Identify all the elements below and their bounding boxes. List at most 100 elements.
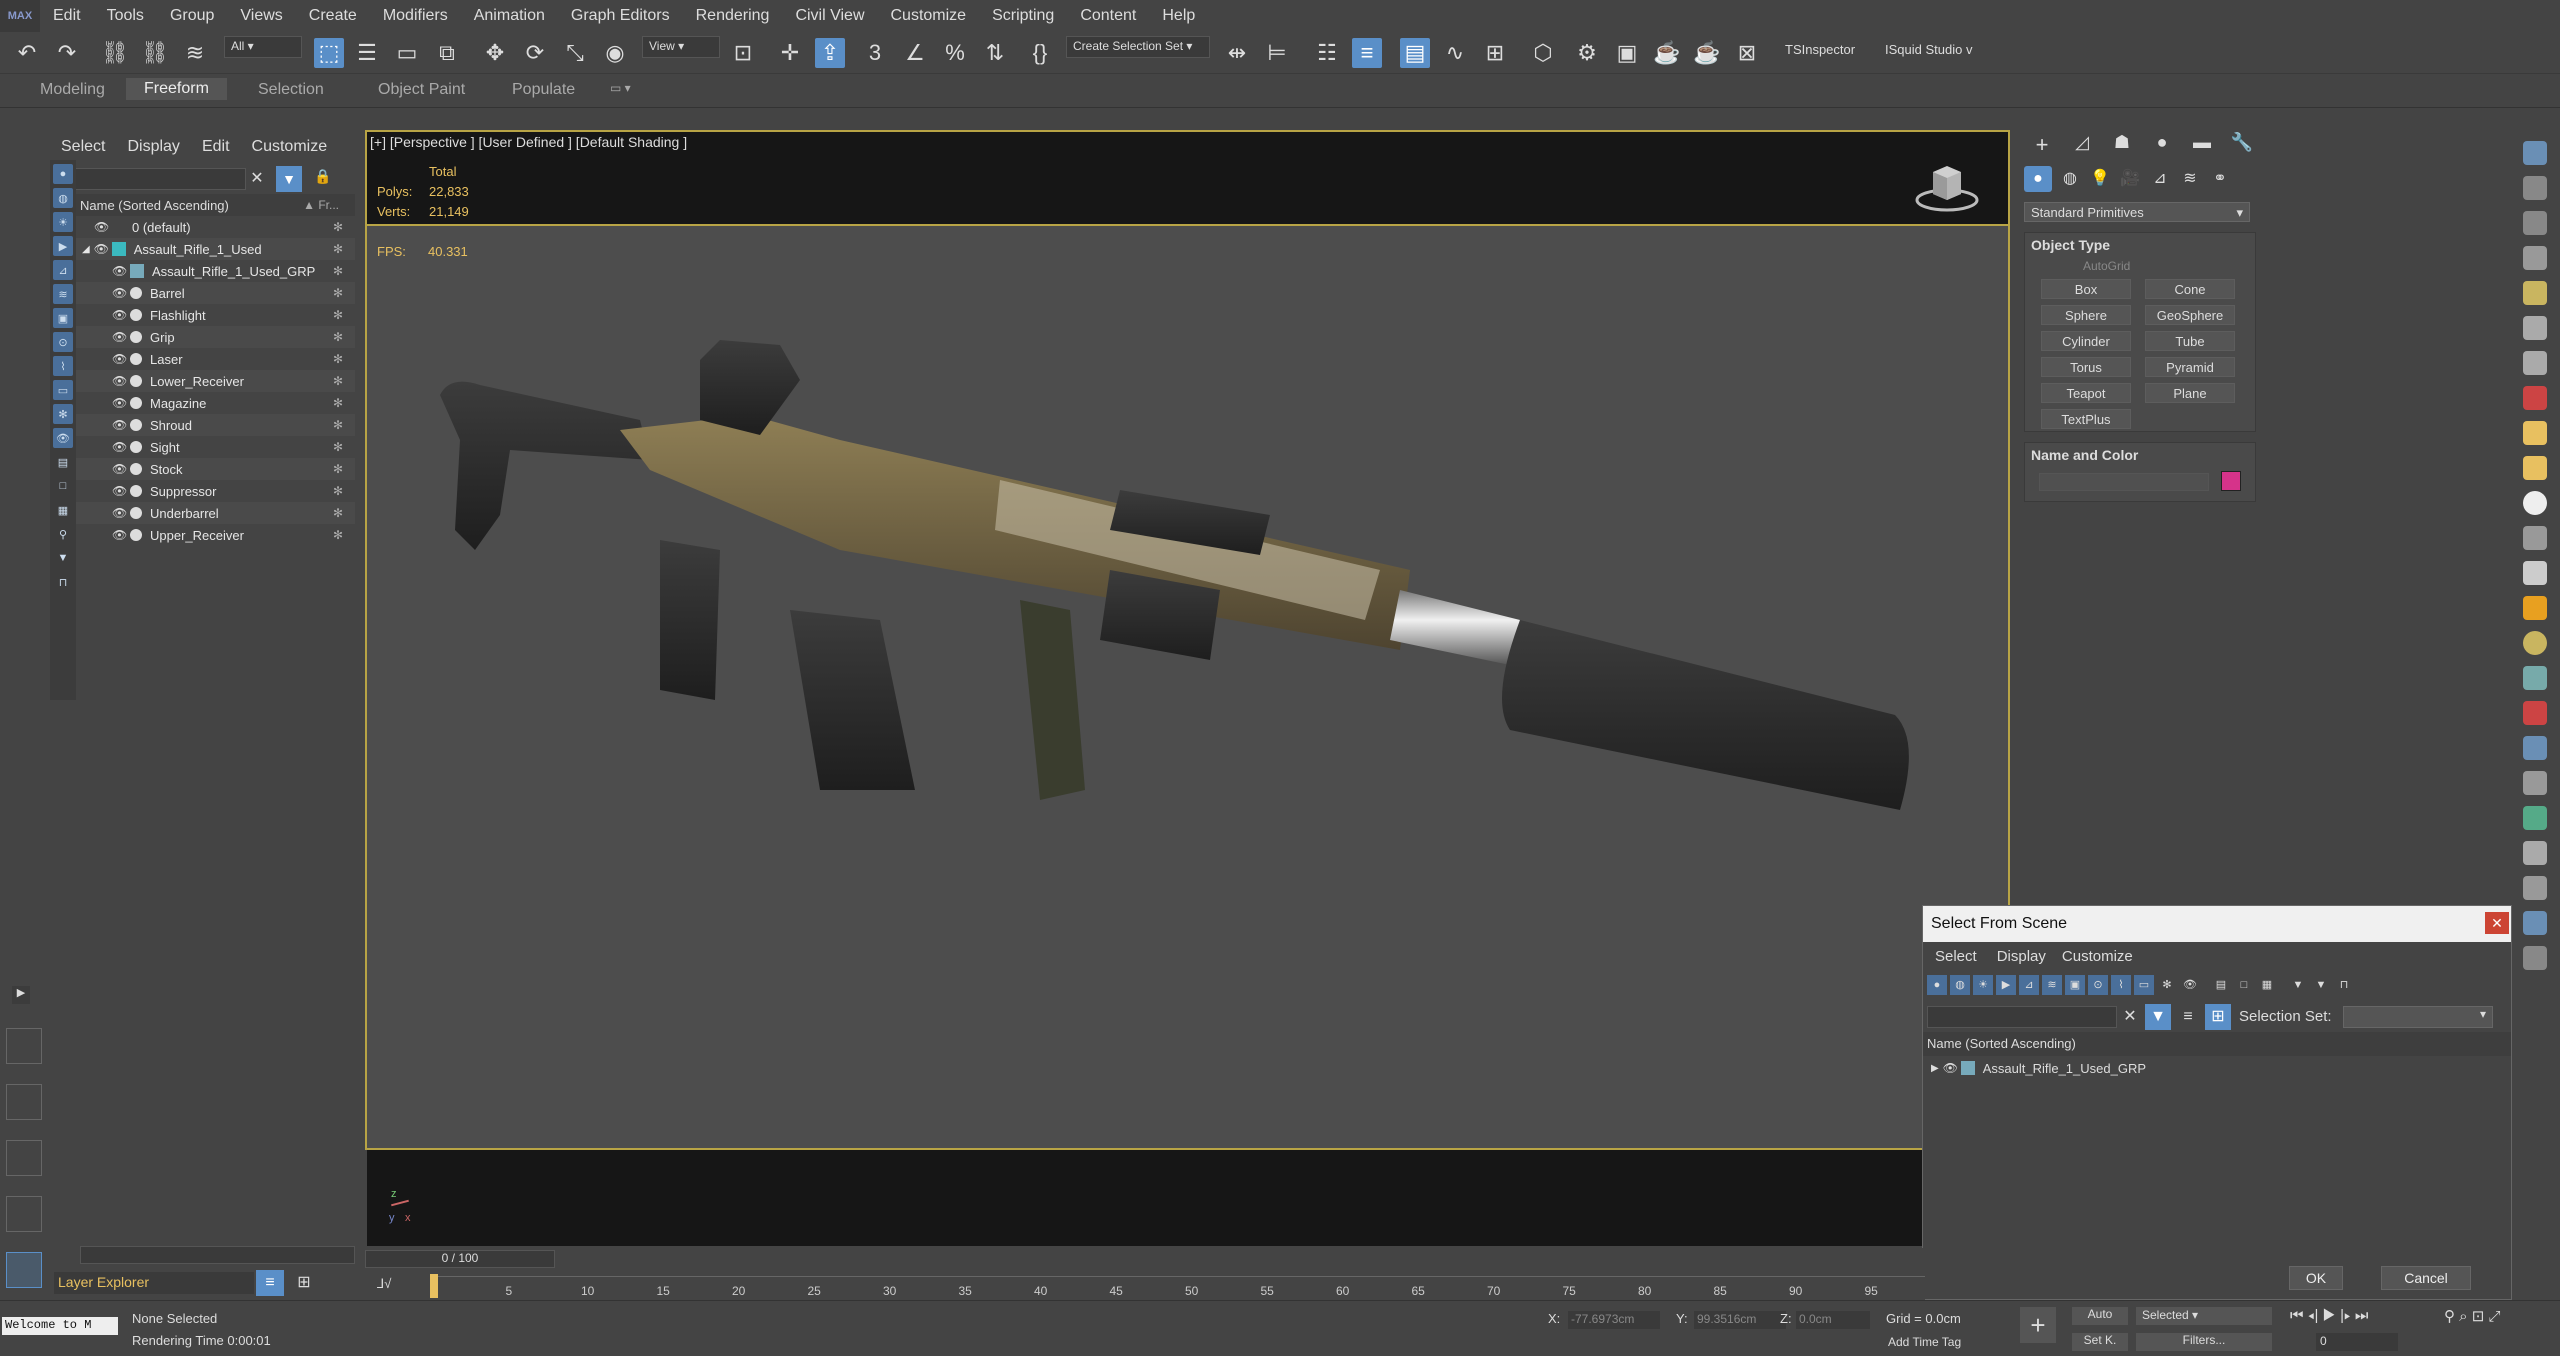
viewport-layout-4[interactable]: [6, 1196, 42, 1232]
tube-button[interactable]: Tube: [2145, 331, 2235, 351]
freeze-icon[interactable]: ✻: [333, 396, 343, 410]
cameras-filter-icon[interactable]: ▶: [1996, 975, 2016, 995]
eye-icon[interactable]: 👁: [1943, 1061, 1961, 1075]
viewport-label[interactable]: [+] [Perspective ] [User Defined ] [Defa…: [370, 134, 687, 150]
containers-filter-icon[interactable]: ▭: [2134, 975, 2154, 995]
spacewarps-filter-icon[interactable]: ≋: [53, 284, 73, 304]
tool-icon[interactable]: [2523, 666, 2547, 690]
tool-icon[interactable]: [2523, 876, 2547, 900]
scale-icon[interactable]: ⤡: [560, 38, 590, 68]
tool-icon[interactable]: [2523, 176, 2547, 200]
viewport-layout-1[interactable]: [6, 1028, 42, 1064]
groups-filter-icon[interactable]: ▣: [53, 308, 73, 328]
menu-group[interactable]: Group: [157, 7, 227, 25]
eye-icon[interactable]: 👁: [112, 330, 130, 344]
time-slider[interactable]: 0 / 100: [365, 1250, 555, 1268]
explorer-row[interactable]: 👁 Stock ✻: [50, 458, 355, 480]
freeze-icon[interactable]: ✻: [333, 352, 343, 366]
render-activeshade-icon[interactable]: ⊠: [1732, 38, 1762, 68]
select-manipulate-icon[interactable]: ✛: [775, 38, 805, 68]
percent-snap-icon[interactable]: %: [940, 38, 970, 68]
render-setup-icon[interactable]: ⚙: [1572, 38, 1602, 68]
dialog-menu-customize[interactable]: Customize: [2054, 948, 2141, 965]
render-production-icon[interactable]: ☕: [1652, 38, 1682, 68]
freeze-icon[interactable]: ✻: [333, 484, 343, 498]
menu-help[interactable]: Help: [1149, 7, 1208, 25]
dialog-title-bar[interactable]: Select From Scene ✕: [1923, 906, 2511, 942]
clear-search-icon[interactable]: ✕: [246, 168, 268, 190]
find-icon[interactable]: ⚲: [53, 524, 73, 544]
explorer-row[interactable]: 👁 Upper_Receiver ✻: [50, 524, 355, 546]
tool-icon[interactable]: [2523, 141, 2547, 165]
spinner-snap-icon[interactable]: ⇅: [980, 38, 1010, 68]
cone-button[interactable]: Cone: [2145, 279, 2235, 299]
schematic-view-icon[interactable]: ⊞: [1480, 38, 1510, 68]
textplus-button[interactable]: TextPlus: [2041, 409, 2131, 429]
eye-icon[interactable]: 👁: [94, 242, 112, 256]
menu-content[interactable]: Content: [1067, 7, 1149, 25]
ok-button[interactable]: OK: [2289, 1266, 2343, 1290]
name-color-label[interactable]: Name and Color: [2031, 447, 2138, 463]
collapse-icon[interactable]: ◢: [82, 244, 90, 255]
tool-icon[interactable]: [2523, 456, 2547, 480]
explorer-menu-customize[interactable]: Customize: [241, 138, 339, 156]
snaps-toggle-icon[interactable]: 3: [860, 38, 890, 68]
display-all-icon[interactable]: ▤: [2211, 975, 2231, 995]
eye-icon[interactable]: 👁: [112, 484, 130, 498]
z-coordinate-field[interactable]: 0.0cm: [1796, 1311, 1870, 1329]
display-invert-icon[interactable]: ▦: [53, 500, 73, 520]
viewport-navigation-controls[interactable]: ⚲ ⌕ ⊡ ⤢: [2444, 1307, 2500, 1325]
cameras-category-icon[interactable]: 🎥: [2116, 166, 2144, 192]
angle-snap-icon[interactable]: ∠: [900, 38, 930, 68]
tool-icon[interactable]: [2523, 806, 2547, 830]
bones-filter-icon[interactable]: ⌇: [53, 356, 73, 376]
lock-icon[interactable]: 🔒: [312, 168, 334, 190]
material-editor-icon[interactable]: ⬡: [1528, 38, 1558, 68]
tool-icon[interactable]: [2523, 736, 2547, 760]
key-filters-button[interactable]: Filters...: [2136, 1333, 2272, 1351]
window-crossing-icon[interactable]: ⧉: [432, 38, 462, 68]
freeze-icon[interactable]: ✻: [333, 462, 343, 476]
torus-button[interactable]: Torus: [2041, 357, 2131, 377]
selection-set-dropdown[interactable]: ▾: [2343, 1006, 2493, 1028]
freeze-icon[interactable]: ✻: [333, 528, 343, 542]
tool-icon[interactable]: [2523, 561, 2547, 585]
bind-spacewarp-icon[interactable]: ≋: [180, 38, 210, 68]
containers-filter-icon[interactable]: ▭: [53, 380, 73, 400]
eye-icon[interactable]: 👁: [112, 308, 130, 322]
explorer-row[interactable]: 👁 Grip ✻: [50, 326, 355, 348]
menu-animation[interactable]: Animation: [461, 7, 558, 25]
menu-modifiers[interactable]: Modifiers: [370, 7, 461, 25]
expand-icon[interactable]: ▶: [1931, 1063, 1939, 1074]
explorer-type-dropdown[interactable]: Layer Explorer: [54, 1272, 254, 1294]
create-tab-icon[interactable]: +: [2026, 132, 2058, 162]
xrefs-filter-icon[interactable]: ⊙: [2088, 975, 2108, 995]
expand-icon[interactable]: ▶: [12, 986, 30, 1004]
rotate-icon[interactable]: ⟳: [520, 38, 550, 68]
explorer-row[interactable]: 👁 Laser ✻: [50, 348, 355, 370]
tool-icon[interactable]: [2523, 316, 2547, 340]
y-coordinate-field[interactable]: 99.3516cm: [1694, 1311, 1786, 1329]
maxscript-listener[interactable]: Welcome to M: [2, 1317, 118, 1335]
reference-coordinate-dropdown[interactable]: View ▾: [642, 36, 720, 58]
eye-icon[interactable]: 👁: [94, 220, 112, 234]
eye-icon[interactable]: 👁: [112, 374, 130, 388]
lights-category-icon[interactable]: 💡: [2086, 166, 2114, 192]
edit-named-selection-icon[interactable]: {}: [1025, 38, 1055, 68]
render-iterative-icon[interactable]: ☕: [1692, 38, 1722, 68]
auto-key-button[interactable]: Auto: [2072, 1307, 2128, 1325]
lights-filter-icon[interactable]: ☀: [53, 212, 73, 232]
set-key-button[interactable]: Set K.: [2072, 1333, 2128, 1351]
tool-icon[interactable]: [2523, 526, 2547, 550]
ribbon-options-icon[interactable]: ▭ ▾: [610, 81, 631, 95]
explorer-row[interactable]: 👁 Flashlight ✻: [50, 304, 355, 326]
freeze-icon[interactable]: ✻: [333, 264, 343, 278]
freeze-icon[interactable]: ✻: [333, 330, 343, 344]
mini-curve-editor-icon[interactable]: ⅃√: [377, 1276, 391, 1292]
align-icon[interactable]: ⊨: [1262, 38, 1292, 68]
eye-icon[interactable]: 👁: [112, 418, 130, 432]
scene-explorer-icon[interactable]: ☷: [1312, 38, 1342, 68]
explorer-menu-select[interactable]: Select: [50, 138, 116, 156]
explorer-row[interactable]: 👁 Barrel ✻: [50, 282, 355, 304]
menu-scripting[interactable]: Scripting: [979, 7, 1067, 25]
